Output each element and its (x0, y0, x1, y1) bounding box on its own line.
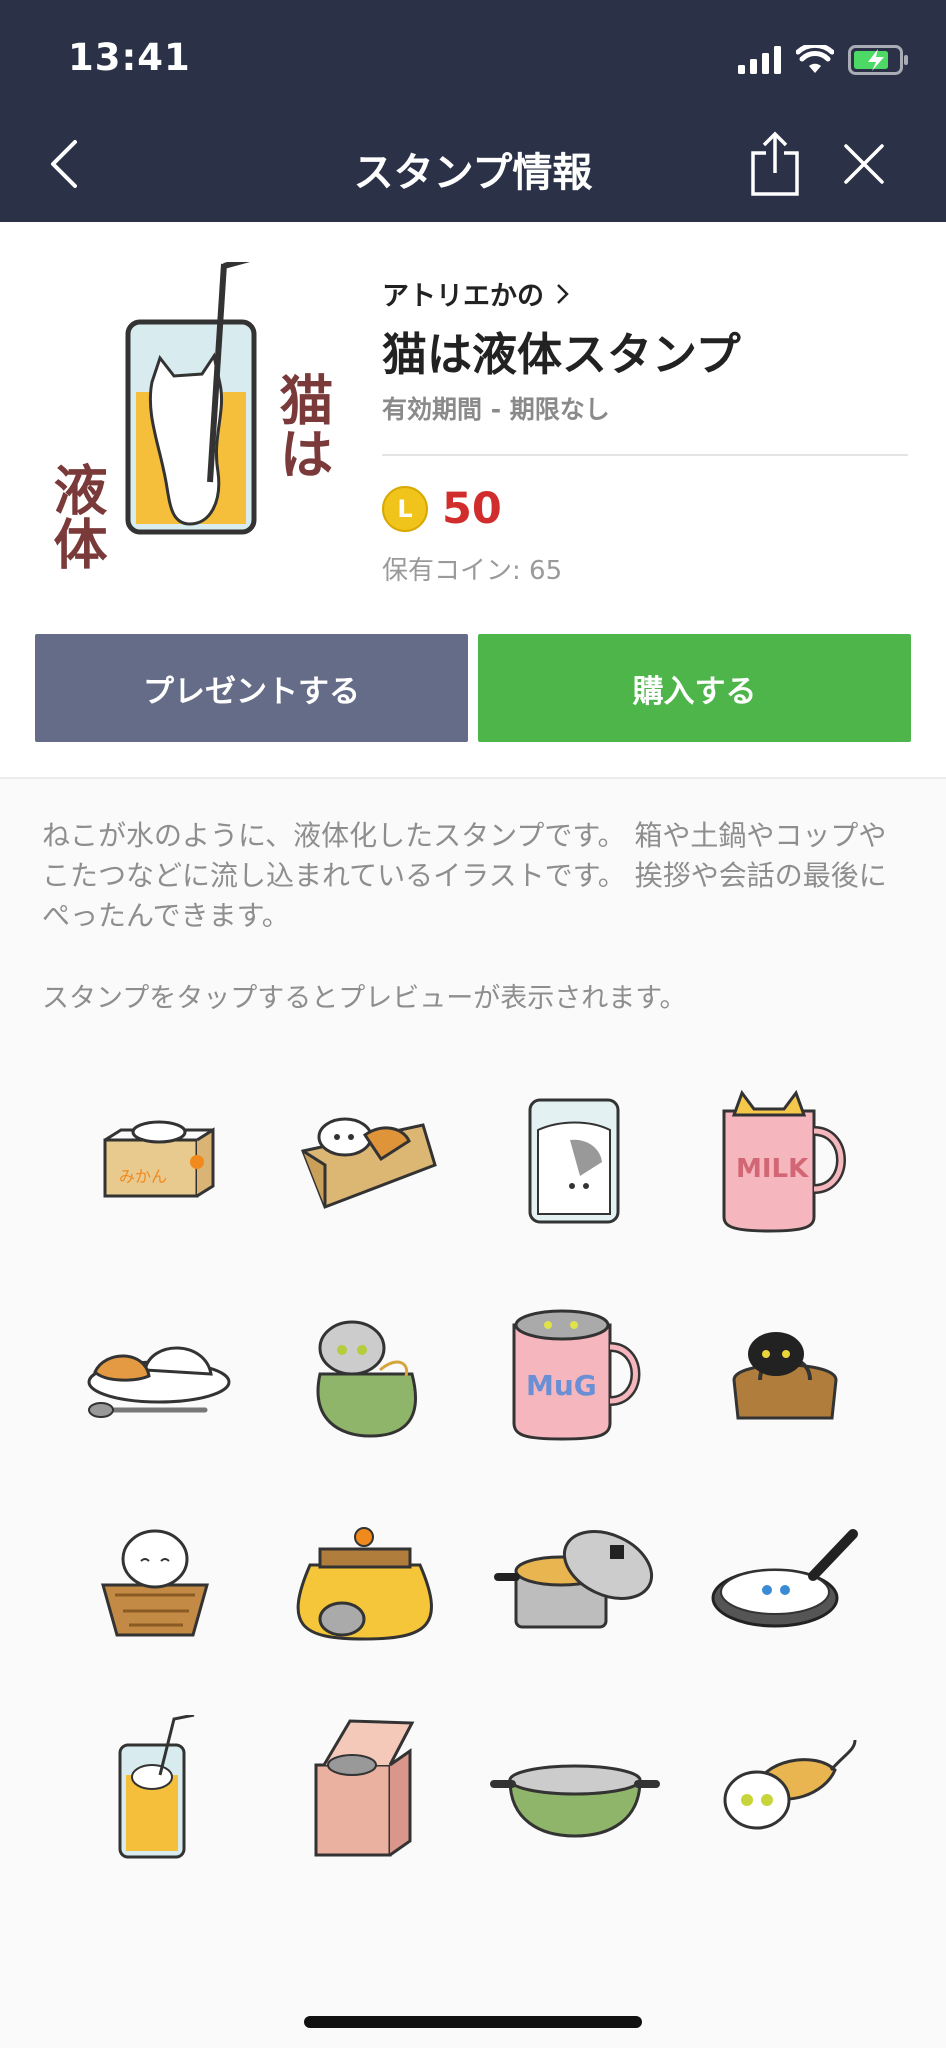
svg-text:猫は: 猫は (270, 372, 334, 480)
sticker-cat-in-pot[interactable] (470, 1475, 680, 1685)
owned-coins: 保有コイン: 65 (382, 556, 563, 586)
divider (382, 454, 908, 456)
buy-button[interactable]: 購入する (478, 634, 911, 742)
svg-text:MILK: MILK (736, 1154, 809, 1184)
close-button[interactable] (832, 132, 896, 196)
validity-period: 有効期間 - 期限なし (382, 395, 610, 424)
sticker-cat-in-juice-glass[interactable] (50, 1685, 260, 1895)
wifi-icon (796, 45, 834, 73)
description: ねこが水のように、液体化したスタンプです。 箱や土鍋やコップやこたつなどに流し込… (42, 819, 887, 932)
sticker-cat-in-cardboard-box[interactable] (260, 1055, 470, 1265)
sticker-grid: みかん MILK MuG (50, 1055, 890, 1895)
sticker-cat-in-frying-pan[interactable] (680, 1475, 890, 1685)
sticker-cat-in-basket[interactable] (50, 1475, 260, 1685)
price: L 50 (382, 484, 502, 534)
status-icons (738, 40, 910, 80)
author-name: アトリエかの (382, 281, 544, 312)
share-icon (751, 131, 799, 196)
share-button[interactable] (743, 131, 807, 196)
battery-icon (848, 45, 908, 75)
gift-button[interactable]: プレゼントする (35, 634, 468, 742)
line-coin-icon: L (382, 486, 428, 532)
signal-icon (738, 46, 781, 74)
sticker-cat-falling[interactable] (680, 1685, 890, 1895)
sticker-cat-in-furoshiki-bag[interactable] (260, 1265, 470, 1475)
author-link[interactable]: アトリエかの (382, 274, 570, 313)
price-value: 50 (442, 484, 502, 534)
sticker-cat-in-mikan-box[interactable]: みかん (50, 1055, 260, 1265)
sticker-pack-logo: 猫は 液体 (44, 262, 334, 570)
product-info: 猫は 液体 アトリエかの 猫は液体スタンプ 有効期間 - 期限なし L 50 保… (0, 222, 946, 777)
section-divider (0, 777, 946, 779)
pack-title: 猫は液体スタンプ (382, 328, 741, 381)
top-bar: 13:41 スタンプ情報 (0, 0, 946, 222)
home-indicator (304, 2016, 642, 2028)
sticker-cat-in-milk-mug[interactable]: MILK (680, 1055, 890, 1265)
sticker-cat-in-pink-box[interactable] (260, 1685, 470, 1895)
sticker-cat-in-green-pot[interactable] (470, 1685, 680, 1895)
sticker-cat-in-handbag[interactable] (680, 1265, 890, 1475)
close-icon (844, 144, 884, 184)
chevron-right-icon (557, 283, 569, 304)
svg-text:みかん: みかん (119, 1167, 167, 1186)
status-time: 13:41 (68, 36, 191, 79)
svg-text:液体: 液体 (44, 462, 108, 570)
sticker-cat-in-mug[interactable]: MuG (470, 1265, 680, 1475)
svg-text:MuG: MuG (526, 1369, 597, 1402)
sticker-cat-on-curry-rice[interactable] (50, 1265, 260, 1475)
preview-hint: スタンプをタップするとプレビューが表示されます。 (42, 983, 687, 1014)
sticker-cat-in-glass[interactable] (470, 1055, 680, 1265)
sticker-cat-under-kotatsu[interactable] (260, 1475, 470, 1685)
